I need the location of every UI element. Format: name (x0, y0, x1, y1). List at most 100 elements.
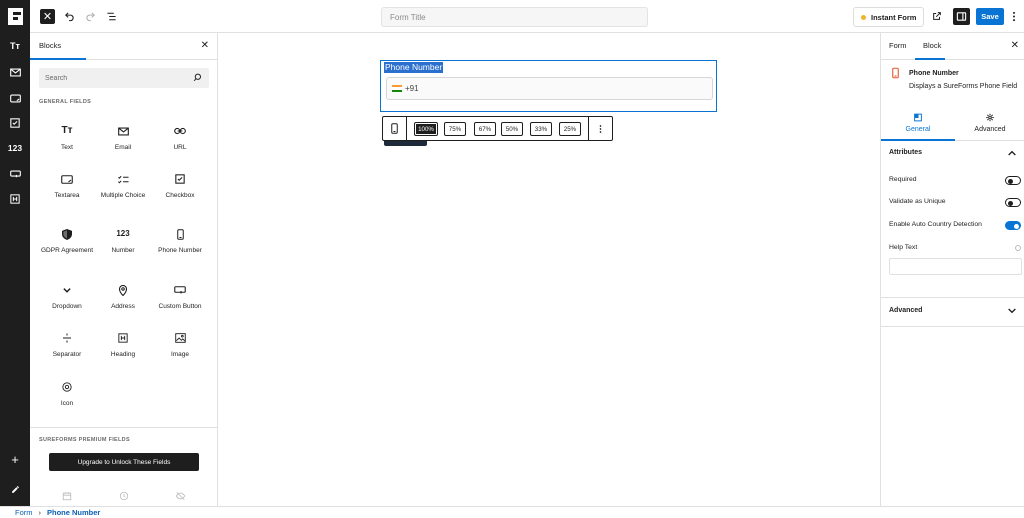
save-button[interactable]: Save (976, 8, 1004, 25)
text-format-icon: Tт (61, 125, 73, 137)
breadcrumb: Form › Phone Number (0, 506, 1024, 518)
phone-number-field-block[interactable]: Phone Number +91 (380, 60, 717, 112)
logo-icon (7, 8, 23, 25)
block-checkbox[interactable]: Checkbox (152, 172, 208, 200)
block-label: Address (111, 303, 135, 310)
form-title-input[interactable] (381, 7, 648, 27)
quick-heading-block[interactable] (7, 191, 23, 207)
blocks-tab[interactable]: Blocks (39, 41, 61, 50)
chevron-up-icon[interactable] (1008, 150, 1016, 156)
quick-textarea-block[interactable] (7, 90, 23, 106)
mobile-phone-icon (892, 67, 899, 79)
tab-advanced-label: Advanced (974, 126, 1006, 133)
chevron-down-icon[interactable] (1008, 308, 1016, 314)
settings-toggle-button[interactable] (953, 8, 970, 25)
block-label: Textarea (54, 192, 80, 199)
plus-icon: + (11, 451, 19, 467)
block-text[interactable]: Tт Text (39, 124, 95, 152)
attributes-panel-heading[interactable]: Attributes (889, 149, 922, 156)
redo-button[interactable] (82, 8, 98, 24)
vertical-ellipsis-icon (599, 124, 602, 133)
sureforms-logo[interactable] (0, 0, 30, 33)
block-phone-number[interactable]: Phone Number (152, 227, 208, 255)
breadcrumb-root[interactable]: Form (15, 508, 33, 517)
toggle-switch-validate-as-unique[interactable] (1005, 198, 1021, 207)
tab-advanced[interactable]: Advanced (955, 108, 1024, 141)
block-url[interactable]: URL (152, 124, 208, 152)
phone-field-label[interactable]: Phone Number (384, 62, 444, 73)
width-option-100[interactable]: 100% (414, 122, 438, 136)
separator-icon (39, 331, 95, 345)
width-option-25[interactable]: 25% (559, 122, 581, 136)
block-address[interactable]: Address (95, 283, 151, 311)
block-custom-button[interactable]: Custom Button (152, 283, 208, 311)
block-more-options-button[interactable] (588, 117, 612, 140)
breadcrumb-current[interactable]: Phone Number (47, 508, 100, 517)
upgrade-button[interactable]: Upgrade to Unlock These Fields (49, 453, 199, 471)
instant-form-button[interactable]: Instant Form (853, 7, 924, 27)
tab-general[interactable]: General (881, 108, 955, 141)
block-search-input[interactable] (39, 68, 209, 88)
sidebar-icon (956, 12, 967, 21)
quick-email-block[interactable] (7, 64, 23, 80)
undo-icon (64, 11, 74, 21)
redo-icon (85, 11, 95, 21)
help-text-input[interactable] (889, 258, 1022, 275)
options-menu-button[interactable] (1009, 8, 1019, 24)
button-icon (9, 170, 21, 178)
form-canvas: Phone Number +91 100% 75% 67% 50% 33% 25% (218, 33, 880, 506)
tab-general-label: General (905, 126, 931, 133)
undo-button[interactable] (61, 8, 77, 24)
close-settings-icon[interactable]: ✕ (1011, 40, 1019, 51)
width-option-33[interactable]: 33% (530, 122, 552, 136)
button-icon (152, 283, 208, 297)
block-label: Number (111, 247, 135, 254)
width-option-50[interactable]: 50% (501, 122, 523, 136)
quick-text-block[interactable]: Tт (7, 38, 23, 54)
clock-icon (119, 491, 129, 501)
block-number[interactable]: 123 Number (95, 227, 151, 255)
edit-style-button[interactable] (7, 481, 23, 497)
block-type-button[interactable] (383, 117, 407, 140)
block-email[interactable]: Email (95, 124, 151, 152)
checkbox-icon (152, 172, 208, 186)
pencil-icon (11, 485, 19, 493)
block-image[interactable]: Image (152, 331, 208, 359)
panel-divider (881, 326, 1024, 327)
block-multiple-choice[interactable]: Multiple Choice (95, 172, 151, 200)
advanced-panel-heading[interactable]: Advanced (889, 307, 922, 314)
calendar-icon (62, 492, 72, 501)
block-textarea[interactable]: Textarea (39, 172, 95, 200)
help-icon (1015, 245, 1021, 251)
block-icon[interactable]: Icon (39, 380, 95, 408)
submit-button[interactable] (384, 141, 427, 146)
india-flag-icon[interactable] (392, 85, 402, 92)
settings-sidebar: Form Block ✕ Phone Number Displays a Sur… (880, 33, 1024, 506)
preview-external-button[interactable] (929, 8, 945, 24)
toggle-switch-required[interactable] (1005, 176, 1021, 185)
country-code: +91 (405, 84, 419, 93)
tab-block[interactable]: Block (923, 41, 941, 50)
premium-divider (30, 427, 217, 428)
block-separator[interactable]: Separator (39, 331, 95, 359)
quick-number-block[interactable]: 123 (7, 140, 23, 156)
help-text-label: Help Text (889, 244, 918, 251)
add-block-button[interactable]: + (7, 451, 23, 467)
close-inserter-button[interactable]: ✕ (40, 9, 55, 24)
close-inserter-icon[interactable]: ✕ (201, 40, 209, 51)
mobile-phone-icon (391, 123, 398, 134)
toggle-switch-enable-auto-country-detection[interactable] (1005, 221, 1021, 230)
width-option-67[interactable]: 67% (474, 122, 496, 136)
width-option-75[interactable]: 75% (444, 122, 466, 136)
heading-icon (95, 331, 151, 345)
block-heading[interactable]: Heading (95, 331, 151, 359)
tab-form[interactable]: Form (889, 41, 907, 50)
block-label: Icon (60, 400, 74, 407)
phone-number-input[interactable]: +91 (386, 77, 713, 100)
premium-fields-heading: SUREFORMS PREMIUM FIELDS (39, 437, 130, 443)
block-gdpr-agreement[interactable]: GDPR Agreement (39, 227, 95, 255)
document-overview-button[interactable] (103, 8, 119, 24)
quick-checkbox-block[interactable] (7, 115, 23, 131)
quick-button-block[interactable] (7, 166, 23, 182)
block-dropdown[interactable]: Dropdown (39, 283, 95, 311)
